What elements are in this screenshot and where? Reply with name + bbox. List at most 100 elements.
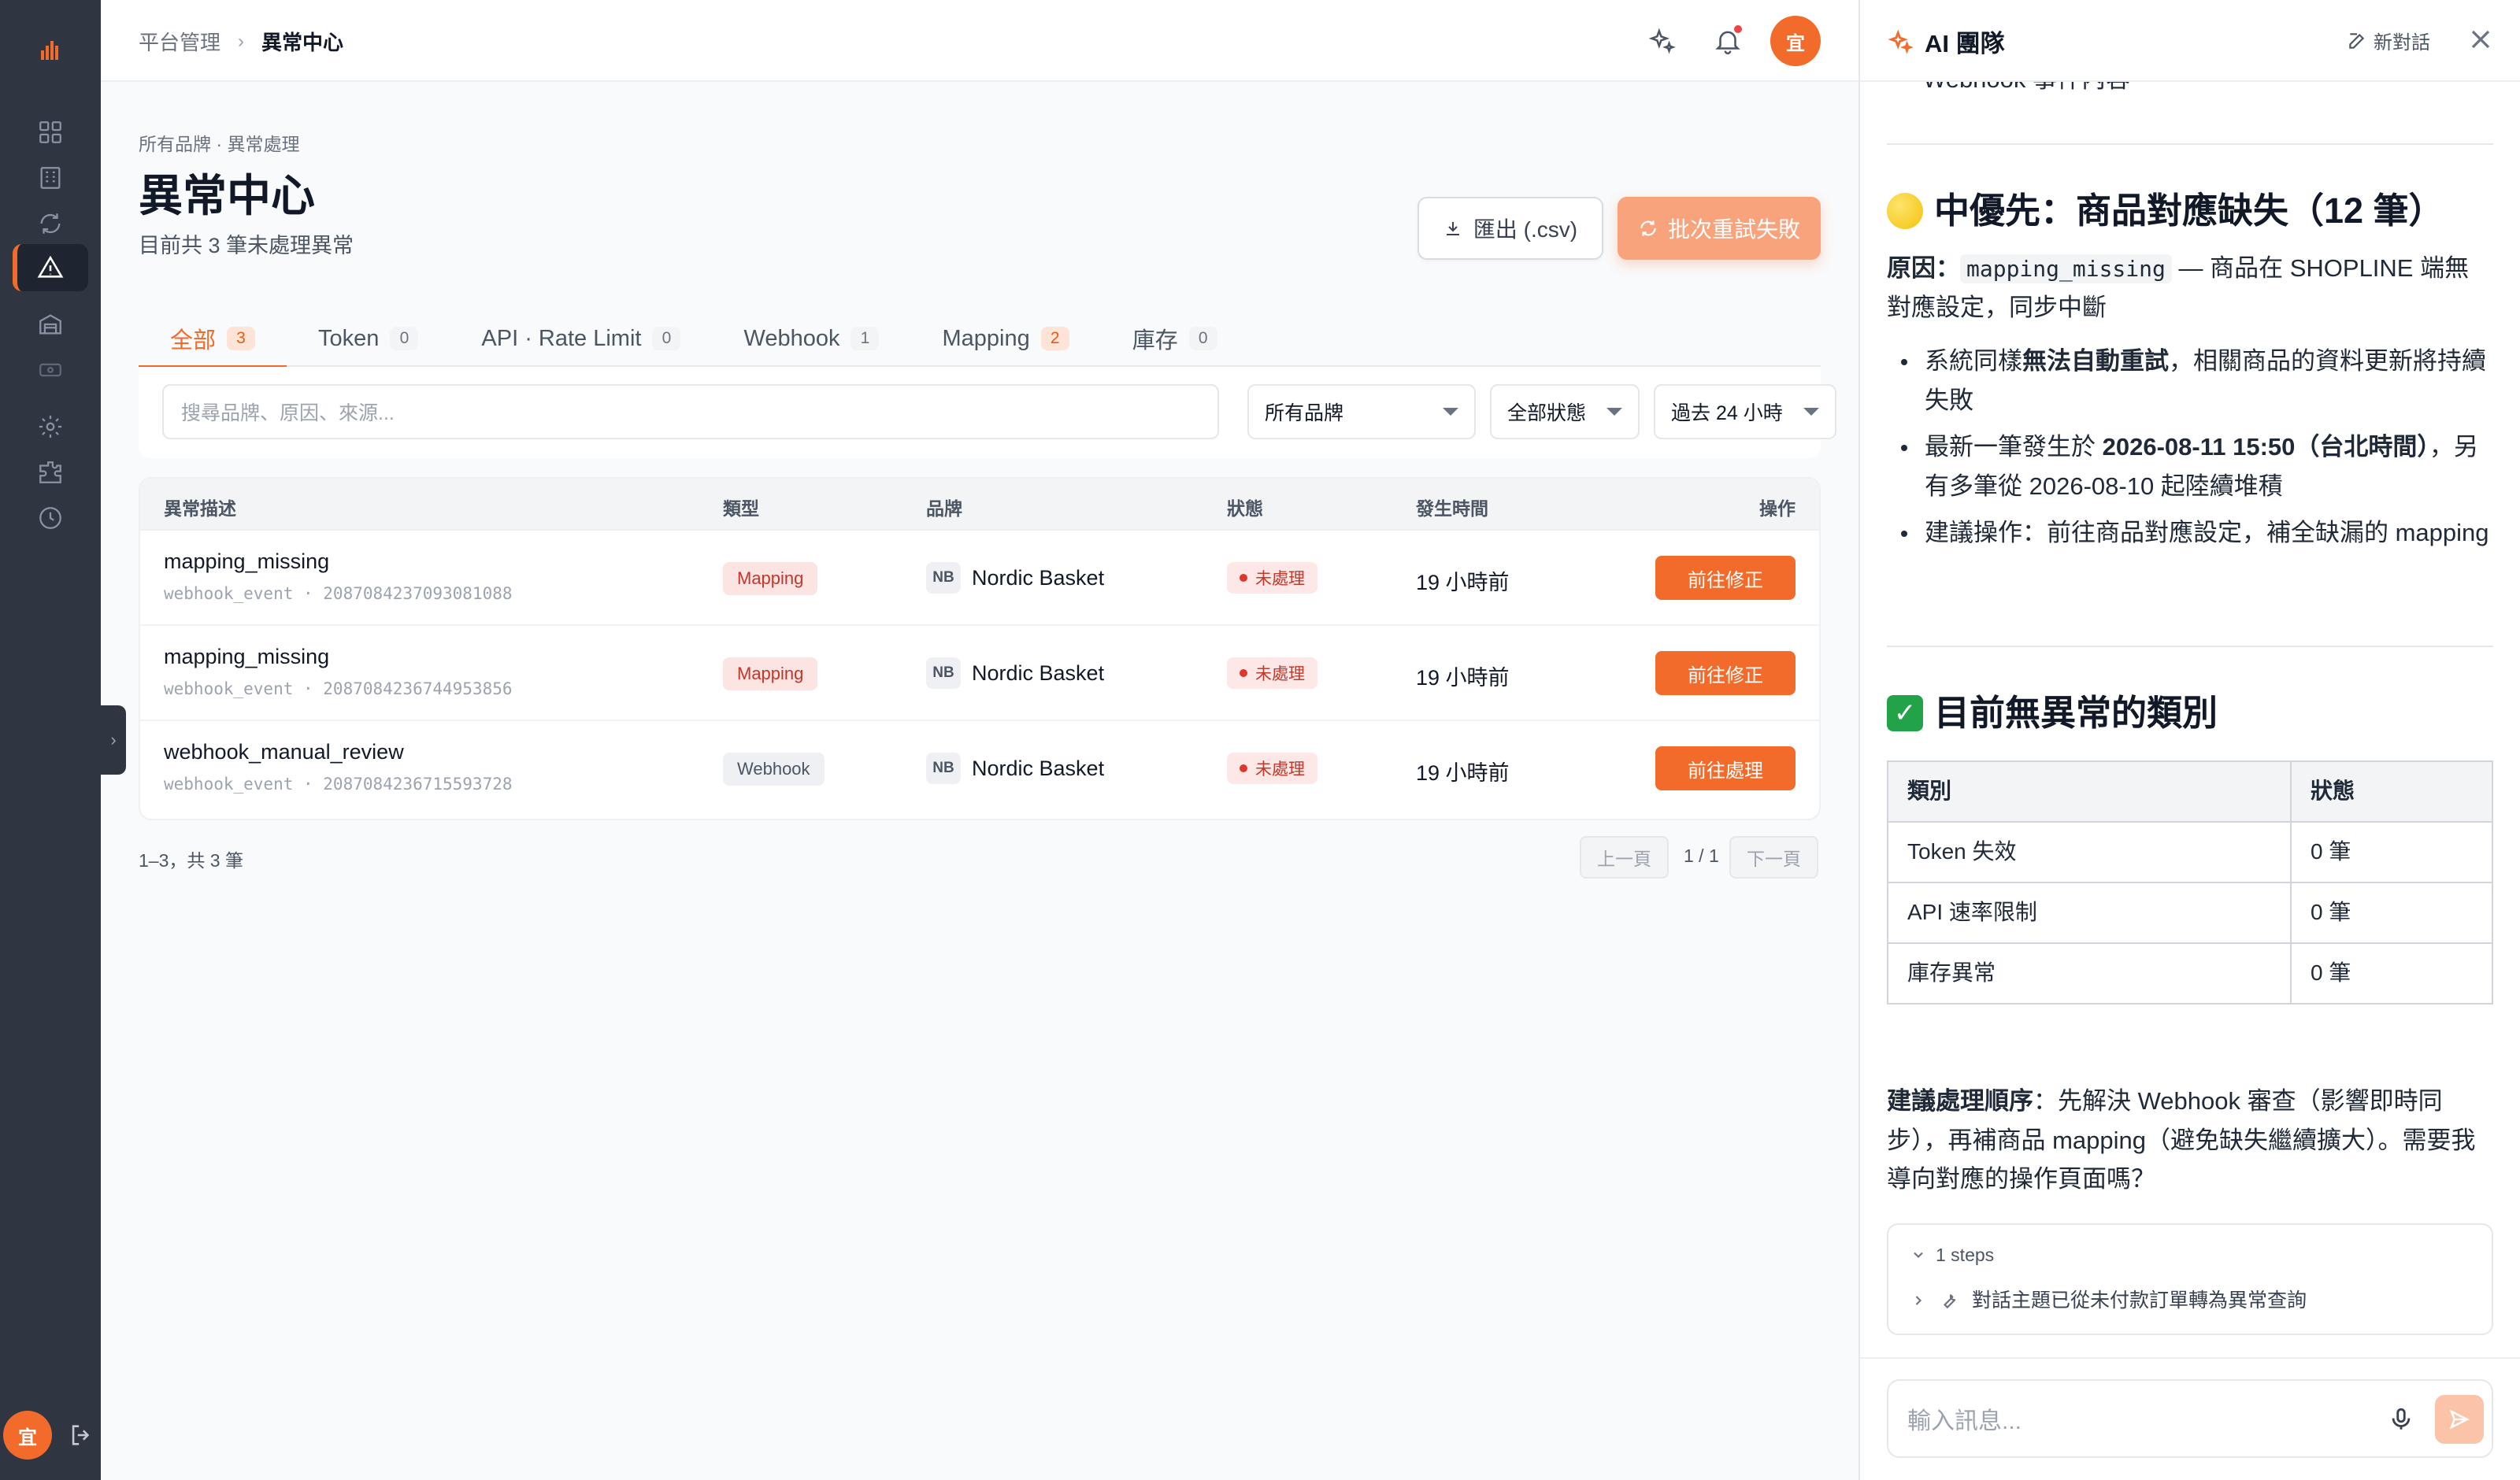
type-badge: Webhook <box>723 753 825 786</box>
exception-title: mapping_missing <box>164 645 330 668</box>
tab-label: 庫存 <box>1132 328 1178 353</box>
sidebar-rail: 宜 <box>0 0 101 1480</box>
reason-text: — 商品在 SHOPLINE 端無 <box>2171 254 2470 282</box>
dashboard-icon[interactable] <box>35 117 66 148</box>
steps-toggle[interactable]: 1 steps <box>1910 1241 1994 1270</box>
tab-all[interactable]: 全部 3 <box>139 310 287 368</box>
occurred-time: 19 小時前 <box>1416 761 1510 785</box>
new-chat-button[interactable]: 新對話 <box>2347 27 2430 54</box>
category-cell: 庫存異常 <box>1887 942 2292 1005</box>
main-content: 所有品牌 · 異常處理 異常中心 目前共 3 筆未處理異常 匯出 (.csv) … <box>101 82 1858 1480</box>
column-header: 狀態 <box>1227 498 1263 519</box>
top-bar: 平台管理 › 異常中心 宜 <box>101 0 1858 82</box>
batch-retry-button[interactable]: 批次重試失敗 <box>1618 197 1821 260</box>
occurred-time: 19 小時前 <box>1416 666 1510 690</box>
table-row[interactable]: mapping_missing webhook_event · 20870842… <box>140 626 1819 721</box>
retry-label: 批次重試失敗 <box>1667 217 1800 242</box>
brand-name: Nordic Basket <box>972 565 1105 590</box>
breadcrumb-current: 異常中心 <box>261 31 344 54</box>
tab-api-rate-limit[interactable]: API · Rate Limit 0 <box>450 310 712 367</box>
prev-page-button[interactable]: 上一頁 <box>1580 836 1669 879</box>
chevron-down-icon <box>1914 1252 1923 1259</box>
tab-label: 全部 <box>170 328 217 353</box>
brand-cell: NB Nordic Basket <box>926 753 1104 784</box>
new-chat-label: 新對話 <box>2374 32 2430 54</box>
pagination-info: 1–3，共 3 筆 <box>139 850 243 871</box>
bullet-text: 最新一筆發生於 <box>1925 433 2103 461</box>
column-header: 操作 <box>1759 498 1796 519</box>
search-input[interactable]: 搜尋品牌、原因、來源... <box>162 384 1219 439</box>
status-cell: 0 筆 <box>2290 821 2493 883</box>
export-csv-button[interactable]: 匯出 (.csv) <box>1418 197 1603 260</box>
time-range-select[interactable]: 過去 24 小時 <box>1654 384 1836 439</box>
close-icon[interactable] <box>2465 24 2496 55</box>
tab-count: 2 <box>1040 327 1069 350</box>
top-avatar[interactable]: 宜 <box>1770 16 1821 66</box>
tab-mapping[interactable]: Mapping 2 <box>910 310 1100 367</box>
reason-text-cont: 對應設定，同步中斷 <box>1887 293 2107 321</box>
building-icon[interactable] <box>35 162 66 194</box>
reason-paragraph: 原因： mapping_missing — 商品在 SHOPLINE 端無 對應設… <box>1887 249 2493 327</box>
table-header-row: 類別 狀態 <box>1887 760 2493 823</box>
history-clock-icon[interactable] <box>35 502 66 534</box>
list-item: 建議操作：前往商品對應設定，補全缺漏的 mapping <box>1887 513 2493 553</box>
status-dot <box>1240 574 1247 582</box>
row-action-button[interactable]: 前往修正 <box>1655 651 1796 695</box>
status-dot <box>1240 669 1247 677</box>
tab-count: 0 <box>652 327 681 350</box>
section-title: 中優先：商品對應缺失（12 筆） <box>1934 191 2444 231</box>
settings-gear-icon[interactable] <box>35 411 66 442</box>
category-cell: API 速率限制 <box>1887 882 2292 944</box>
warehouse-icon[interactable] <box>35 309 66 340</box>
agent-steps-panel[interactable]: 1 steps 對話主題已從未付款訂單轉為異常查詢 <box>1887 1223 2493 1335</box>
breadcrumb-root[interactable]: 平台管理 <box>139 27 220 56</box>
ai-composer: 輸入訊息... <box>1860 1357 2520 1480</box>
plugin-puzzle-icon[interactable] <box>35 457 66 488</box>
step-item[interactable]: 對話主題已從未付款訂單轉為異常查詢 <box>1910 1285 2307 1316</box>
bullet-text: 系統同樣 <box>1925 347 2022 375</box>
page-indicator: 1 / 1 <box>1684 845 1719 866</box>
brand-logo-icon[interactable] <box>28 33 72 65</box>
ai-message: Webhook 事件內容 中優先：商品對應缺失（12 筆） 原因：mapping… <box>1887 82 2493 1357</box>
brand-select[interactable]: 所有品牌 <box>1247 384 1476 439</box>
exception-source: webhook_event · 2087084237093081088 <box>164 584 513 603</box>
status-text: 未處理 <box>1255 570 1305 588</box>
steps-label: 1 steps <box>1936 1245 1995 1265</box>
download-icon <box>1446 222 1459 235</box>
tab-inventory[interactable]: 庫存 0 <box>1101 310 1249 367</box>
column-header: 品牌 <box>926 498 962 519</box>
next-page-button[interactable]: 下一頁 <box>1729 836 1818 879</box>
microphone-icon[interactable] <box>2388 1406 2414 1433</box>
sync-icon[interactable] <box>35 208 66 239</box>
tab-count: 0 <box>390 327 419 350</box>
status-text: 未處理 <box>1255 665 1305 683</box>
reason-label: 原因： <box>1887 254 1960 282</box>
table-row[interactable]: mapping_missing webhook_event · 20870842… <box>140 531 1819 626</box>
send-button[interactable] <box>2435 1395 2484 1444</box>
user-avatar[interactable]: 宜 <box>3 1411 52 1460</box>
ai-sparkle-button[interactable] <box>1644 24 1679 58</box>
status-table: 類別 狀態 Token 失效 0 筆 API 速率限制 0 筆 庫存異常 0 筆 <box>1887 760 2493 1005</box>
column-header: 異常描述 <box>164 498 236 519</box>
status-text: 未處理 <box>1255 760 1305 779</box>
section-title: 目前無異常的類別 <box>1934 693 2218 733</box>
tab-webhook[interactable]: Webhook 1 <box>712 310 910 367</box>
column-header: 類型 <box>723 498 759 519</box>
alert-triangle-icon[interactable] <box>35 252 66 283</box>
exceptions-table: 異常描述 類型 品牌 狀態 發生時間 操作 mapping_missing we… <box>139 477 1821 820</box>
status-badge: 未處理 <box>1227 753 1317 784</box>
row-action-button[interactable]: 前往處理 <box>1655 746 1796 790</box>
billing-icon[interactable] <box>35 354 66 386</box>
reason-code: mapping_missing <box>1960 254 2172 283</box>
column-header: 發生時間 <box>1416 498 1488 519</box>
row-action-button[interactable]: 前往修正 <box>1655 556 1796 600</box>
status-select[interactable]: 全部狀態 <box>1490 384 1640 439</box>
brand-cell: NB Nordic Basket <box>926 657 1104 689</box>
table-row[interactable]: webhook_manual_review webhook_event · 20… <box>140 721 1819 816</box>
detail-list: 系統同樣無法自動重試，相關商品的資料更新將持續失敗 最新一筆發生於 2026-0… <box>1887 342 2493 561</box>
logout-icon[interactable] <box>68 1422 94 1449</box>
send-icon <box>2449 1409 2470 1430</box>
tab-token[interactable]: Token 0 <box>287 310 450 367</box>
notifications-button[interactable] <box>1710 24 1745 58</box>
chevron-right-icon <box>1915 1296 1922 1305</box>
